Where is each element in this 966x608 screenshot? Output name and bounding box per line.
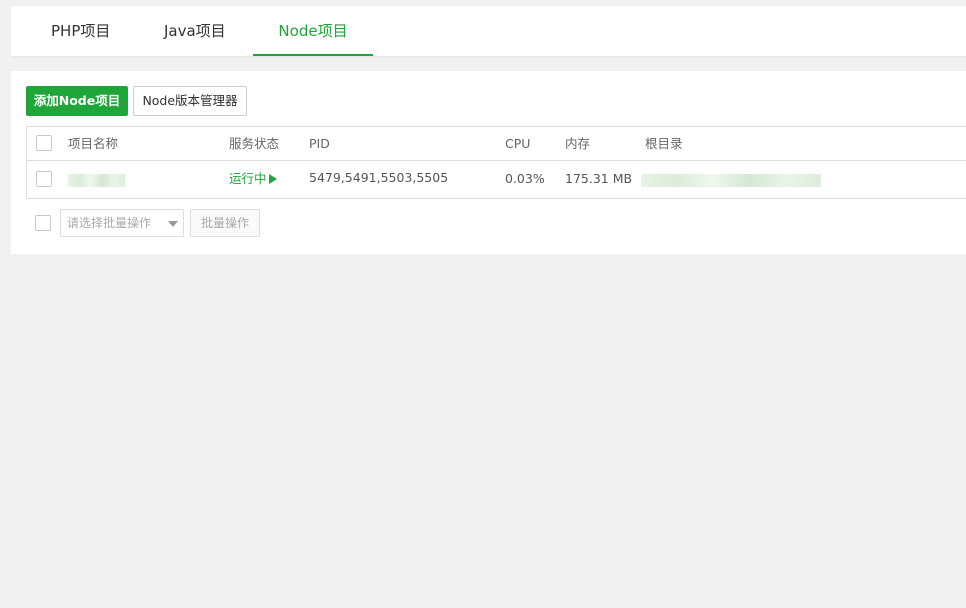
- row-checkbox[interactable]: [36, 171, 52, 187]
- header-root: 根目录: [645, 136, 683, 151]
- table-header: 项目名称 服务状态 PID CPU 内存 根目录: [27, 127, 966, 161]
- tab-php[interactable]: PHP项目: [51, 6, 110, 56]
- project-table: 项目名称 服务状态 PID CPU 内存 根目录 运行中 5479,5491,5…: [26, 126, 966, 199]
- header-pid: PID: [309, 136, 330, 151]
- tab-java[interactable]: Java项目: [164, 6, 226, 56]
- status-toggle[interactable]: 运行中: [229, 161, 277, 197]
- node-version-manager-button[interactable]: Node版本管理器: [133, 86, 247, 116]
- pid-value: 5479,5491,5503,5505: [309, 170, 449, 185]
- batch-action-select[interactable]: 请选择批量操作: [60, 209, 184, 237]
- cpu-value: 0.03%: [505, 171, 545, 186]
- header-name: 项目名称: [68, 136, 119, 151]
- tab-node-label: Node项目: [278, 22, 348, 40]
- add-node-project-button[interactable]: 添加Node项目: [26, 86, 128, 116]
- batch-toolbar: 请选择批量操作 批量操作: [26, 208, 426, 238]
- tab-node[interactable]: Node项目: [253, 6, 373, 56]
- project-name-redacted[interactable]: [68, 174, 125, 187]
- play-icon: [268, 174, 277, 184]
- active-tab-indicator: [253, 54, 373, 56]
- batch-select-placeholder: 请选择批量操作: [67, 216, 152, 230]
- batch-action-button[interactable]: 批量操作: [190, 209, 260, 237]
- status-label: 运行中: [229, 171, 267, 186]
- chevron-down-icon: [168, 221, 178, 227]
- select-all-checkbox[interactable]: [36, 135, 52, 151]
- node-project-panel: 添加Node项目 Node版本管理器 项目名称 服务状态 PID CPU 内存 …: [11, 71, 966, 254]
- memory-value: 175.31 MB: [565, 171, 633, 186]
- project-type-tabs: PHP项目 Java项目 Node项目: [11, 6, 966, 56]
- table-row: 运行中 5479,5491,5503,5505 0.03% 175.31 MB: [27, 161, 966, 198]
- header-status: 服务状态: [229, 136, 280, 151]
- batch-select-checkbox[interactable]: [35, 215, 51, 231]
- header-memory: 内存: [565, 136, 591, 151]
- header-cpu: CPU: [505, 136, 531, 151]
- root-path-redacted[interactable]: [641, 174, 821, 187]
